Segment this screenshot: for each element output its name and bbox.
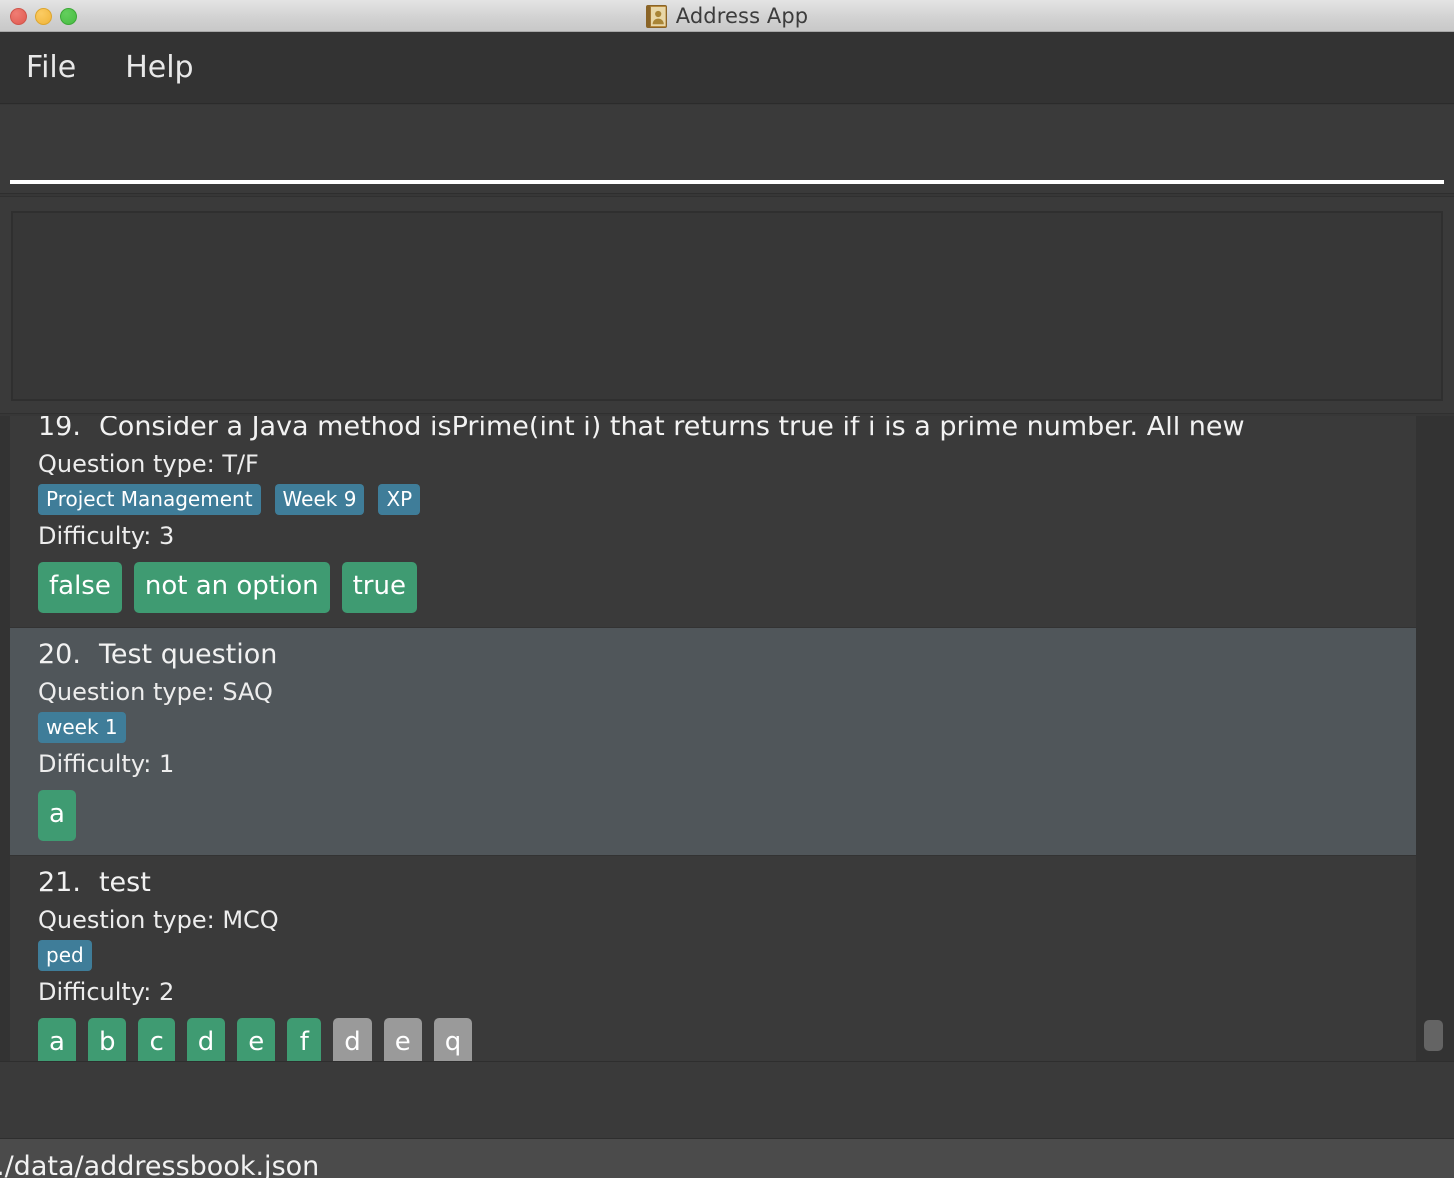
command-input-underline xyxy=(10,180,1444,184)
answer-row: false not an option true xyxy=(10,554,1416,615)
question-card[interactable]: 21. test Question type: MCQ ped Difficult… xyxy=(10,856,1416,1061)
tag[interactable]: week 1 xyxy=(38,712,126,744)
question-difficulty-line: Difficulty: 2 xyxy=(10,974,1416,1010)
difficulty-value: 1 xyxy=(159,750,175,779)
answer-chip[interactable]: b xyxy=(87,1018,127,1061)
question-number: 21. xyxy=(38,867,81,899)
question-type-line: Question type: T/F xyxy=(10,447,1416,482)
tag-row: Project Management Week 9 XP xyxy=(10,481,1416,518)
answer-chip[interactable]: a xyxy=(38,1018,76,1061)
tag-row: ped xyxy=(10,937,1416,974)
answer-chip[interactable]: d xyxy=(186,1018,226,1061)
title-bar: Address App xyxy=(0,0,1454,32)
window-title-group: Address App xyxy=(0,0,1454,32)
question-type-label: Question type: xyxy=(38,905,215,934)
address-book-icon xyxy=(645,4,667,28)
answer-chip[interactable]: false xyxy=(38,561,122,614)
question-list[interactable]: 19. Consider a Java method isPrime(int i)… xyxy=(0,416,1454,1061)
answer-chip-muted[interactable]: e xyxy=(383,1018,422,1061)
question-title-line: 19. Consider a Java method isPrime(int i)… xyxy=(10,416,1416,447)
difficulty-label: Difficulty: xyxy=(38,978,152,1007)
tag[interactable]: Week 9 xyxy=(274,484,365,516)
difficulty-label: Difficulty: xyxy=(38,750,152,779)
answer-chip-muted[interactable]: d xyxy=(333,1018,372,1061)
difficulty-value: 3 xyxy=(159,522,175,551)
question-number: 19. xyxy=(38,416,81,442)
question-type-value: SAQ xyxy=(222,677,273,706)
tag[interactable]: XP xyxy=(378,484,421,516)
answer-chip[interactable]: true xyxy=(341,561,417,614)
command-panel xyxy=(0,105,1454,194)
answer-row: a xyxy=(10,782,1416,843)
question-text: Test question xyxy=(98,639,278,671)
status-bar: ./data/addressbook.json xyxy=(0,1139,1454,1178)
window-title: Address App xyxy=(675,4,809,28)
question-text: Consider a Java method isPrime(int i) th… xyxy=(98,416,1245,442)
answer-chip[interactable]: not an option xyxy=(133,561,330,614)
list-scrollbar[interactable] xyxy=(1420,416,1446,1061)
question-type-line: Question type: SAQ xyxy=(10,675,1416,710)
menu-bar: File Help xyxy=(0,32,1454,104)
answer-chip[interactable]: e xyxy=(237,1018,276,1061)
question-type-value: T/F xyxy=(222,449,259,478)
question-title-line: 21. test xyxy=(10,862,1416,903)
footer-panel xyxy=(0,1061,1454,1139)
question-card[interactable]: 19. Consider a Java method isPrime(int i)… xyxy=(10,416,1416,629)
question-difficulty-line: Difficulty: 3 xyxy=(10,518,1416,554)
question-type-value: MCQ xyxy=(222,905,279,934)
question-difficulty-line: Difficulty: 1 xyxy=(10,746,1416,782)
question-number: 20. xyxy=(38,639,81,671)
question-card-selected[interactable]: 20. Test question Question type: SAQ week… xyxy=(10,628,1416,857)
difficulty-label: Difficulty: xyxy=(38,522,152,551)
question-type-line: Question type: MCQ xyxy=(10,903,1416,938)
answer-chip[interactable]: a xyxy=(38,790,76,842)
question-title-line: 20. Test question xyxy=(10,634,1416,675)
tag-row: week 1 xyxy=(10,709,1416,746)
answer-row: a b c d e f d e q xyxy=(10,1010,1416,1061)
question-type-label: Question type: xyxy=(38,449,215,478)
status-file-path: ./data/addressbook.json xyxy=(0,1151,320,1178)
answer-chip-muted[interactable]: q xyxy=(433,1018,473,1061)
menu-item-help[interactable]: Help xyxy=(125,52,193,83)
question-list-content: 19. Consider a Java method isPrime(int i)… xyxy=(10,416,1416,1061)
result-panel xyxy=(0,196,1454,414)
answer-chip[interactable]: f xyxy=(287,1018,322,1061)
tag[interactable]: ped xyxy=(38,940,92,972)
menu-item-file[interactable]: File xyxy=(26,52,76,83)
question-type-label: Question type: xyxy=(38,677,215,706)
difficulty-value: 2 xyxy=(159,978,175,1007)
result-display-box xyxy=(11,211,1443,401)
question-text: test xyxy=(98,867,151,899)
tag[interactable]: Project Management xyxy=(38,484,261,516)
answer-chip[interactable]: c xyxy=(138,1018,175,1061)
app-window: Address App File Help 19. Consider a Java… xyxy=(0,0,1454,1178)
list-scrollbar-thumb[interactable] xyxy=(1424,1020,1443,1051)
